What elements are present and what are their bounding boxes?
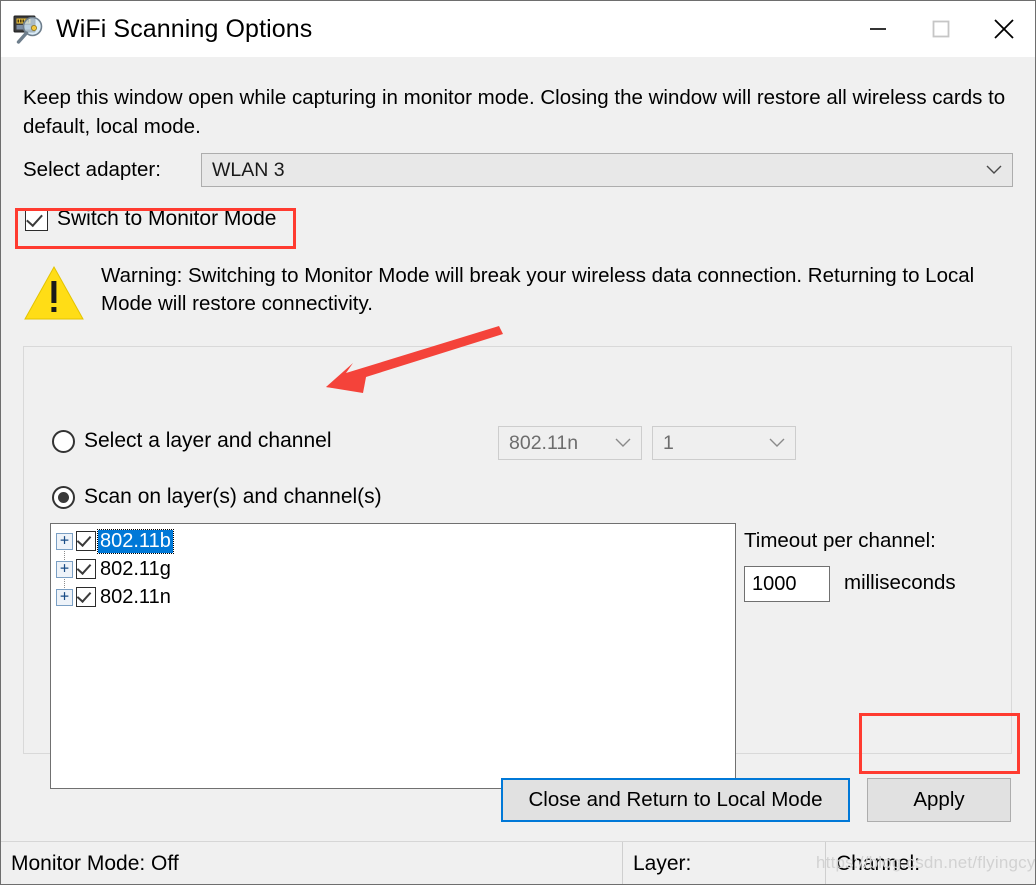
- adapter-select-value: WLAN 3: [212, 159, 285, 182]
- layer-channel-tree[interactable]: + 802.11b + 802.11g + 802.11n: [50, 523, 736, 789]
- channel-select[interactable]: 1: [652, 426, 796, 460]
- intro-text: Keep this window open while capturing in…: [23, 83, 1013, 141]
- close-button[interactable]: [972, 1, 1035, 57]
- tree-item-checkbox[interactable]: [76, 531, 96, 551]
- timeout-label: Timeout per channel:: [744, 529, 936, 553]
- network-scan-icon: [12, 12, 46, 46]
- tree-item[interactable]: + 802.11g: [51, 555, 735, 583]
- tree-item-checkbox[interactable]: [76, 559, 96, 579]
- apply-button[interactable]: Apply: [867, 778, 1011, 822]
- channel-select-value: 1: [663, 432, 674, 455]
- status-layer: Layer:: [623, 842, 826, 885]
- tree-item[interactable]: + 802.11n: [51, 583, 735, 611]
- adapter-select[interactable]: WLAN 3: [201, 153, 1013, 187]
- layer-select-value: 802.11n: [509, 432, 578, 455]
- radio-scan-on-layers-and-channels-indicator[interactable]: [52, 486, 75, 509]
- expand-icon[interactable]: +: [56, 561, 73, 578]
- warning-row: Warning: Switching to Monitor Mode will …: [23, 262, 1015, 321]
- scan-options-group: Select a layer and channel Scan on layer…: [23, 346, 1012, 754]
- monitor-mode-checkbox-row[interactable]: Switch to Monitor Mode: [25, 202, 276, 236]
- minimize-icon: [867, 18, 889, 40]
- expand-icon[interactable]: +: [56, 533, 73, 550]
- radio-select-layer-and-channel[interactable]: Select a layer and channel: [52, 429, 332, 453]
- chevron-down-icon: [986, 165, 1002, 175]
- minimize-button[interactable]: [846, 1, 909, 57]
- window-title: WiFi Scanning Options: [56, 15, 312, 44]
- radio-select-layer-and-channel-indicator[interactable]: [52, 430, 75, 453]
- maximize-button[interactable]: [909, 1, 972, 57]
- close-and-return-to-local-mode-button[interactable]: Close and Return to Local Mode: [501, 778, 850, 822]
- chevron-down-icon: [615, 438, 631, 448]
- dialog-body: Keep this window open while capturing in…: [1, 57, 1035, 841]
- radio-select-layer-and-channel-label: Select a layer and channel: [84, 429, 332, 453]
- close-icon: [991, 16, 1017, 42]
- wifi-scanning-options-window: WiFi Scanning Options Keep this wi: [0, 0, 1036, 885]
- monitor-mode-checkbox[interactable]: [25, 208, 48, 231]
- tree-item-checkbox[interactable]: [76, 587, 96, 607]
- tree-item-label: 802.11b: [98, 530, 173, 553]
- tree-item-label: 802.11g: [98, 558, 173, 581]
- window-controls: [846, 1, 1035, 57]
- expand-icon[interactable]: +: [56, 589, 73, 606]
- monitor-mode-label: Switch to Monitor Mode: [57, 207, 276, 231]
- chevron-down-icon: [769, 438, 785, 448]
- timeout-units-label: milliseconds: [844, 571, 956, 595]
- adapter-row: Select adapter: WLAN 3: [23, 153, 1013, 187]
- timeout-input[interactable]: [744, 566, 830, 602]
- tree-item-label: 802.11n: [98, 586, 173, 609]
- tree-item[interactable]: + 802.11b: [51, 527, 735, 555]
- maximize-icon: [930, 18, 952, 40]
- layer-select[interactable]: 802.11n: [498, 426, 642, 460]
- status-bar: Monitor Mode: Off Layer: Channel:: [1, 841, 1035, 885]
- title-bar: WiFi Scanning Options: [1, 1, 1035, 58]
- warning-triangle-icon: [23, 265, 85, 321]
- warning-text: Warning: Switching to Monitor Mode will …: [101, 262, 1013, 318]
- radio-scan-on-layers-and-channels-label: Scan on layer(s) and channel(s): [84, 485, 382, 509]
- status-channel: Channel:: [826, 842, 1035, 885]
- status-monitor-mode: Monitor Mode: Off: [1, 842, 623, 885]
- radio-scan-on-layers-and-channels[interactable]: Scan on layer(s) and channel(s): [52, 485, 382, 509]
- adapter-label: Select adapter:: [23, 158, 201, 182]
